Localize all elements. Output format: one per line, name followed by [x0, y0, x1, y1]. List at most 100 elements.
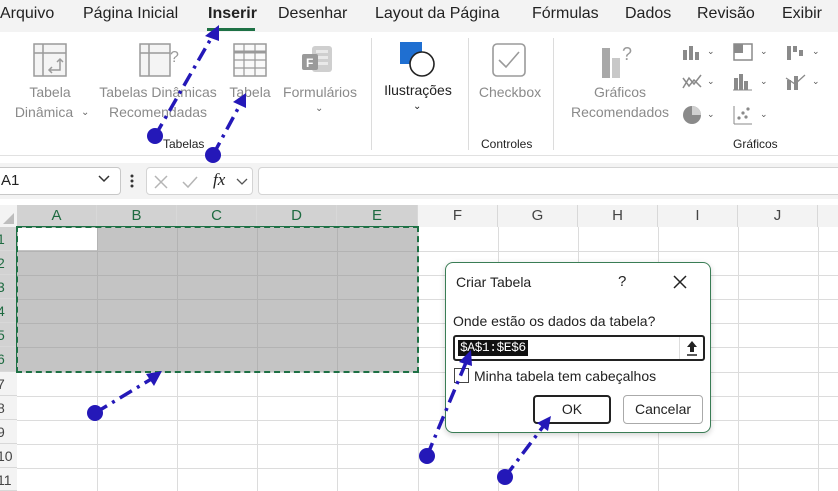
chevron-down-icon[interactable]: ⌄ — [812, 46, 820, 57]
recommended-charts-label-line2[interactable]: Recomendados — [566, 102, 674, 122]
menu-pagina-inicial[interactable]: Página Inicial — [83, 5, 178, 23]
group-label-controles: Controles — [481, 137, 533, 151]
column-header-g[interactable]: G — [498, 205, 578, 227]
menu-bar: Arquivo Página Inicial Inserir Desenhar … — [0, 0, 838, 32]
gridline — [17, 396, 838, 397]
chevron-down-icon[interactable]: ⌄ — [760, 46, 768, 57]
combo-chart-icon[interactable] — [785, 72, 807, 92]
row-header-3[interactable]: 3 — [0, 275, 17, 299]
chevron-down-icon[interactable]: ⌄ — [707, 46, 715, 57]
menu-arquivo[interactable]: Arquivo — [0, 5, 54, 23]
hierarchy-chart-icon[interactable] — [732, 42, 754, 62]
chevron-down-icon[interactable]: ⌄ — [413, 101, 421, 112]
column-header-k[interactable] — [818, 205, 838, 227]
chevron-down-icon[interactable]: ⌄ — [707, 76, 715, 87]
line-chart-icon[interactable] — [681, 72, 703, 92]
selection-marquee — [16, 226, 419, 373]
row-header-9[interactable]: 9 — [0, 420, 17, 444]
more-options-icon[interactable] — [130, 174, 134, 188]
headers-checkbox[interactable] — [454, 368, 469, 383]
illustrations-label[interactable]: Ilustrações — [380, 80, 456, 100]
column-header-f[interactable]: F — [418, 205, 498, 227]
pie-chart-icon[interactable] — [681, 104, 703, 126]
column-header-h[interactable]: H — [578, 205, 658, 227]
pivot-table-label[interactable]: Tabela — [22, 82, 78, 102]
enter-check-icon[interactable] — [181, 174, 199, 190]
chevron-down-icon[interactable]: ⌄ — [760, 109, 768, 120]
svg-text:F: F — [306, 56, 313, 70]
menu-dados[interactable]: Dados — [625, 5, 671, 23]
formula-bar: A1 fx — [0, 163, 838, 199]
checkbox-control-icon[interactable] — [491, 42, 527, 78]
scatter-chart-icon[interactable] — [732, 104, 754, 126]
chevron-down-icon[interactable]: ⌄ — [81, 107, 89, 118]
active-tab-indicator — [207, 28, 255, 31]
table-icon[interactable] — [232, 42, 268, 78]
row-header-4[interactable]: 4 — [0, 299, 17, 323]
row-header-11[interactable]: 11 — [0, 468, 17, 491]
row-header-10[interactable]: 10 — [0, 444, 17, 468]
row-header-6[interactable]: 6 — [0, 347, 17, 372]
menu-desenhar[interactable]: Desenhar — [278, 5, 347, 23]
recommended-pivot-tables-label[interactable]: Tabelas Dinâmicas — [96, 82, 220, 102]
annotation-dot — [419, 448, 435, 464]
chevron-down-icon[interactable]: ⌄ — [315, 103, 323, 114]
cancel-button[interactable]: Cancelar — [623, 395, 703, 424]
range-input[interactable]: $A$1:$E$6 — [453, 335, 705, 361]
close-icon[interactable] — [673, 275, 687, 289]
illustrations-icon[interactable] — [398, 40, 438, 80]
chevron-down-icon[interactable] — [236, 177, 248, 187]
checkbox-control-label[interactable]: Checkbox — [474, 82, 546, 102]
formula-buttons: fx — [146, 167, 253, 195]
svg-text:?: ? — [170, 49, 179, 66]
statistic-chart-icon[interactable] — [732, 72, 754, 92]
column-chart-icon[interactable] — [681, 42, 703, 62]
row-header-7[interactable]: 7 — [0, 372, 17, 396]
waterfall-chart-icon[interactable] — [785, 42, 807, 62]
menu-inserir[interactable]: Inserir — [208, 5, 257, 23]
menu-layout-da-pagina[interactable]: Layout da Página — [375, 5, 500, 23]
ok-button[interactable]: OK — [533, 395, 611, 424]
insert-function-icon[interactable]: fx — [213, 170, 225, 190]
recommended-pivot-tables-icon[interactable]: ? — [138, 42, 182, 80]
gridline — [17, 420, 838, 421]
column-header-j[interactable]: J — [738, 205, 818, 227]
help-icon[interactable]: ? — [618, 273, 626, 290]
chevron-down-icon[interactable]: ⌄ — [812, 76, 820, 87]
recommended-pivot-tables-label-line2[interactable]: Recomendadas — [96, 102, 220, 122]
column-header-d[interactable]: D — [257, 205, 337, 227]
column-header-b[interactable]: B — [97, 205, 177, 227]
collapse-dialog-icon[interactable] — [679, 337, 703, 359]
ribbon: Tabela Dinâmica ⌄ ? Tabelas Dinâmicas Re… — [0, 32, 838, 156]
recommended-charts-icon[interactable]: ? — [600, 40, 640, 80]
column-header-i[interactable]: I — [658, 205, 738, 227]
column-header-e[interactable]: E — [337, 205, 418, 227]
pivot-table-label-line2[interactable]: Dinâmica — [6, 102, 82, 122]
row-header-1[interactable]: 1 — [0, 227, 17, 251]
range-value: $A$1:$E$6 — [458, 340, 528, 356]
row-header-8[interactable]: 8 — [0, 396, 17, 420]
recommended-charts-label[interactable]: Gráficos — [584, 82, 656, 102]
chevron-down-icon[interactable]: ⌄ — [760, 76, 768, 87]
select-all-corner[interactable] — [0, 205, 17, 227]
cancel-icon[interactable] — [153, 174, 169, 190]
headers-checkbox-label[interactable]: Minha tabela tem cabeçalhos — [474, 368, 656, 384]
pivot-table-icon[interactable] — [32, 42, 68, 78]
table-label[interactable]: Tabela — [222, 82, 278, 102]
gridline — [17, 468, 838, 469]
name-box-value: A1 — [1, 172, 20, 189]
row-header-5[interactable]: 5 — [0, 323, 17, 347]
forms-icon[interactable]: F — [300, 42, 336, 78]
formula-input[interactable] — [258, 167, 838, 195]
group-separator — [468, 38, 469, 150]
range-question-text: Onde estão os dados da tabela? — [453, 313, 656, 329]
column-header-a[interactable]: A — [17, 205, 97, 227]
menu-revisao[interactable]: Revisão — [697, 5, 755, 23]
row-header-2[interactable]: 2 — [0, 251, 17, 275]
forms-label[interactable]: Formulários — [278, 82, 362, 102]
menu-exibir[interactable]: Exibir — [782, 5, 822, 23]
column-header-c[interactable]: C — [177, 205, 257, 227]
chevron-down-icon[interactable]: ⌄ — [707, 109, 715, 120]
chevron-down-icon[interactable] — [97, 174, 111, 184]
menu-formulas[interactable]: Fórmulas — [532, 5, 599, 23]
